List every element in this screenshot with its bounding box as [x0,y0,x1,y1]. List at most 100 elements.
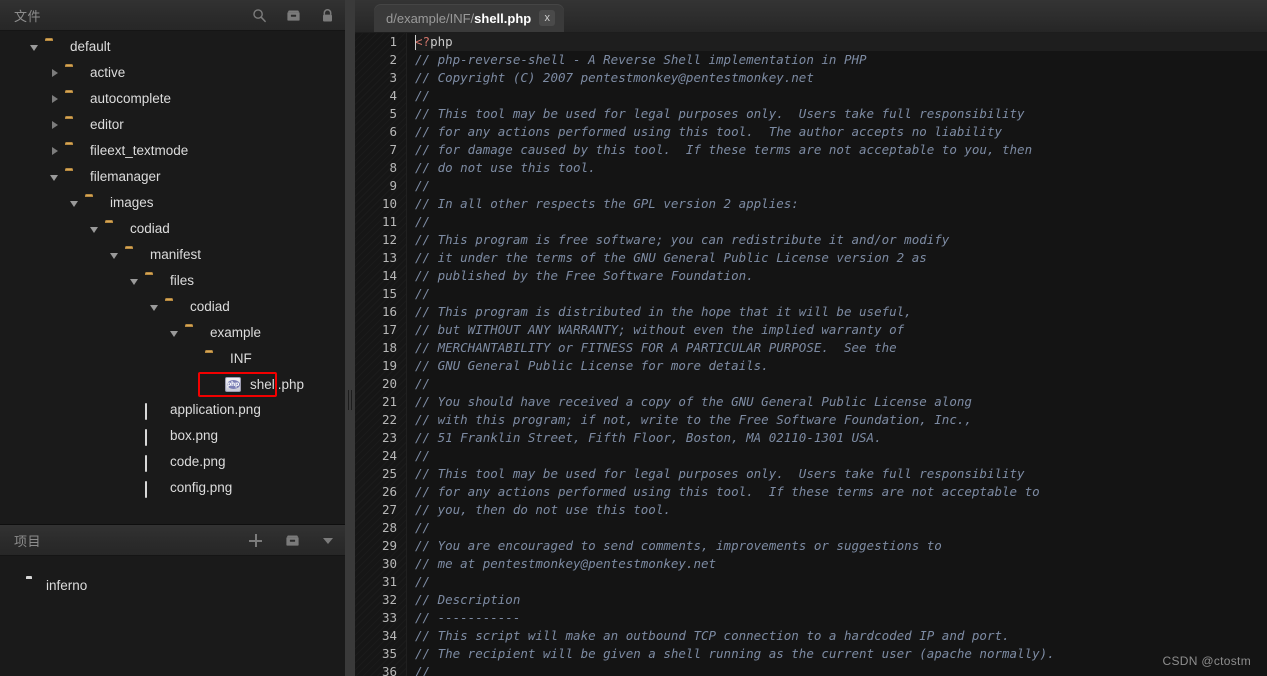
line-number: 10 [381,196,397,211]
files-panel-title: 文件 [14,8,42,24]
chevron-down-icon[interactable] [322,534,335,547]
code-comment: // for any actions performed using this … [415,124,1002,139]
line-number: 15 [381,286,397,301]
file-tree-item[interactable]: images [0,190,345,216]
file-tree-item[interactable]: example [0,320,345,346]
line-number: 18 [381,340,397,355]
file-tree-item[interactable]: default [0,34,345,60]
line-number: 36 [381,664,397,676]
archive-icon[interactable] [286,8,301,23]
code-line: // You are encouraged to send comments, … [415,537,1267,555]
file-tree-item-label: shell.php [250,376,305,392]
chevron-right-icon[interactable] [50,94,61,105]
files-panel-header: 文件 [0,0,345,31]
chevron-down-icon[interactable] [70,198,81,209]
file-tree-item[interactable]: editor [0,112,345,138]
code-line: // In all other respects the GPL version… [415,195,1267,213]
archive-icon[interactable] [285,533,300,548]
line-number: 6 [389,124,397,139]
code-comment: // php-reverse-shell - A Reverse Shell i… [415,52,867,67]
file-tree-item[interactable]: code.png [0,449,345,475]
image-file-icon [145,480,162,498]
chevron-down-icon[interactable] [170,328,181,339]
file-tree-item[interactable]: application.png [0,397,345,423]
file-tree-item[interactable]: filemanager [0,164,345,190]
code-comment: // This program is free software; you ca… [415,232,950,247]
chevron-down-icon[interactable] [150,302,161,313]
folder-icon [65,170,82,185]
file-tree-item[interactable]: codiad [0,294,345,320]
code-comment: // [415,286,431,301]
line-number: 31 [381,574,397,589]
code-area[interactable]: 1 2 3 4 5 6 7 8 9 10 11 12 13 14 15 16 17 18 19 20 21 22 23 24 2… [355,33,1267,676]
code-line: // This program is free software; you ca… [415,231,1267,249]
code-line: // it under the terms of the GNU General… [415,249,1267,267]
code-line: // for any actions performed using this … [415,483,1267,501]
panel-splitter[interactable] [345,0,355,676]
code-line: // [415,87,1267,105]
file-tree-item[interactable]: config.png [0,475,345,501]
line-number: 35 [381,646,397,661]
file-tree-item[interactable]: active [0,60,345,86]
lock-icon[interactable] [320,8,335,23]
code-line: // Copyright (C) 2007 pentestmonkey@pent… [415,69,1267,87]
line-number: 14 [381,268,397,283]
code-comment: // [415,376,431,391]
file-tree-item-label: active [90,65,126,80]
file-tree-item[interactable]: autocomplete [0,86,345,112]
file-tree-item[interactable]: box.png [0,423,345,449]
code-comment: // This tool may be used for legal purpo… [415,466,1025,481]
code-comment: // [415,214,431,229]
code-comment: // [415,448,431,463]
close-icon[interactable]: x [539,10,556,26]
chevron-down-icon[interactable] [50,172,61,183]
file-tree-item-label: codiad [130,221,170,236]
line-number: 20 [381,376,397,391]
line-number: 13 [381,250,397,265]
file-tree-item-label: autocomplete [90,91,172,106]
watermark: CSDN @ctostm [1162,654,1251,668]
chevron-down-icon[interactable] [30,42,41,53]
file-tree-item[interactable]: INF [0,346,345,372]
code-comment: // You should have received a copy of th… [415,394,972,409]
file-tree-item[interactable]: files [0,268,345,294]
code-comment: // In all other respects the GPL version… [415,196,799,211]
chevron-right-icon[interactable] [50,68,61,79]
code-line: // Description [415,591,1267,609]
line-number: 28 [381,520,397,535]
code-line: // do not use this tool. [415,159,1267,177]
file-tree-item[interactable]: manifest [0,242,345,268]
file-tree-item-label: box.png [170,428,219,443]
chevron-down-icon[interactable] [130,276,141,287]
search-icon[interactable] [252,8,267,23]
code-line: // This tool may be used for legal purpo… [415,465,1267,483]
splitter-grip-icon [348,390,352,410]
line-number: 26 [381,484,397,499]
editor-tabbar: d/example/INF/shell.php x [355,0,1267,33]
code-line: // with this program; if not, write to t… [415,411,1267,429]
chevron-down-icon[interactable] [110,250,121,261]
project-list-item[interactable]: inferno [0,572,345,598]
code-content[interactable]: <?php // php-reverse-shell - A Reverse Sh… [407,33,1267,676]
chevron-right-icon[interactable] [50,120,61,131]
chevron-right-icon[interactable] [50,146,61,157]
file-tree[interactable]: default active autocomplete editor fileext_t… [0,31,345,525]
line-number: 32 [381,592,397,607]
file-tree-item[interactable]: fileext_textmode [0,138,345,164]
plus-icon[interactable] [248,533,263,548]
file-tree-item-label: files [170,273,195,288]
file-tree-item-selected[interactable]: shell.php [198,372,304,397]
code-comment: // do not use this tool. [415,160,596,175]
code-comment: // [415,664,431,676]
projects-list[interactable]: inferno [0,556,345,676]
chevron-down-icon[interactable] [90,224,101,235]
editor-tab[interactable]: d/example/INF/shell.php x [374,4,565,32]
code-line: // [415,375,1267,393]
code-line: // This program is distributed in the ho… [415,303,1267,321]
code-comment: // This tool may be used for legal purpo… [415,106,1025,121]
code-line: // you, then do not use this tool. [415,501,1267,519]
file-tree-item[interactable]: codiad [0,216,345,242]
